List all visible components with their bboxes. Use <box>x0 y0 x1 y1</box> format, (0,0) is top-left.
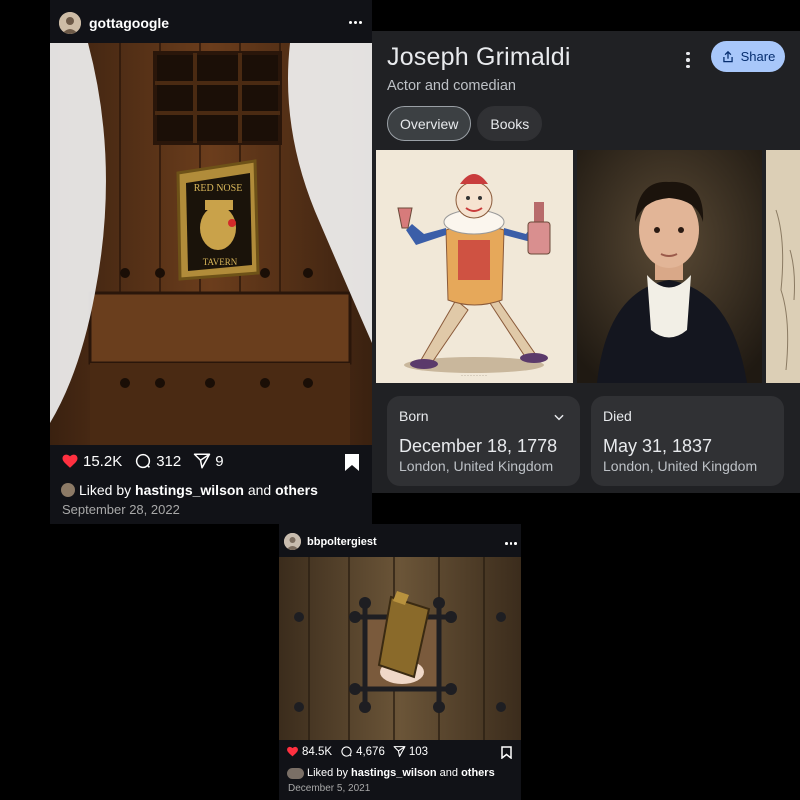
comment-count: 4,676 <box>356 745 385 758</box>
like-button[interactable]: 15.2K <box>61 452 122 470</box>
tab-overview[interactable]: Overview <box>387 106 472 141</box>
facts-cards: Born December 18, 1778 London, United Ki… <box>387 396 784 486</box>
tab-books[interactable]: Books <box>477 106 543 141</box>
sketch-image[interactable] <box>766 150 800 383</box>
post-date: December 5, 2021 <box>288 783 371 794</box>
bookmark-icon[interactable] <box>501 746 512 759</box>
liked-by-and: and <box>436 767 462 779</box>
svg-text:. . . . . . . . .: . . . . . . . . . <box>461 372 487 378</box>
died-place: London, United Kingdom <box>603 458 758 474</box>
like-button[interactable]: 84.5K <box>286 745 332 758</box>
clown-illustration-image[interactable]: . . . . . . . . . <box>376 150 573 383</box>
share-button[interactable]: Share <box>711 41 785 72</box>
send-icon <box>193 453 211 469</box>
avatar[interactable] <box>284 533 301 550</box>
share-label: Share <box>740 49 776 64</box>
comment-icon <box>341 746 352 757</box>
svg-text:TAVERN: TAVERN <box>203 257 238 267</box>
instagram-post: bbpoltergiest 84.5K 4,676 103 Liked by h… <box>279 524 521 800</box>
liked-by-prefix: Liked by <box>307 767 352 779</box>
heart-icon <box>62 454 78 468</box>
post-actions: 15.2K 312 9 <box>61 452 224 470</box>
username[interactable]: gottagoogle <box>89 15 169 31</box>
instagram-post: gottagoogle RED NOSE TAVERN 15.2K 312 9 … <box>50 0 372 524</box>
chevron-down-icon[interactable] <box>552 410 566 424</box>
died-card[interactable]: Died May 31, 1837 London, United Kingdom <box>591 396 784 486</box>
portrait-image[interactable] <box>577 150 762 383</box>
post-photo[interactable]: RED NOSE TAVERN <box>50 43 372 445</box>
share-icon <box>722 50 733 62</box>
svg-text:RED NOSE: RED NOSE <box>194 183 243 194</box>
share-post-button[interactable]: 103 <box>393 745 428 758</box>
liked-by-prefix: Liked by <box>79 482 136 498</box>
more-vert-icon[interactable] <box>680 49 696 71</box>
image-carousel[interactable]: . . . . . . . . . <box>372 150 800 383</box>
post-actions: 84.5K 4,676 103 <box>286 745 428 758</box>
comment-count: 312 <box>156 452 182 470</box>
more-options-icon[interactable] <box>349 21 362 24</box>
share-count: 103 <box>408 745 429 758</box>
avatar[interactable] <box>59 12 81 34</box>
born-date: December 18, 1778 <box>399 436 558 456</box>
born-label: Born <box>399 408 429 424</box>
panel-title: Joseph Grimaldi <box>387 43 571 71</box>
comment-icon <box>136 453 151 469</box>
liked-by-row: Liked by hastings_wilson and others <box>61 482 318 498</box>
born-card[interactable]: Born December 18, 1778 London, United Ki… <box>387 396 580 486</box>
knowledge-panel: Joseph Grimaldi Actor and comedian Share… <box>372 31 800 493</box>
comment-button[interactable]: 4,676 <box>340 745 385 758</box>
died-label: Died <box>603 408 632 424</box>
share-count: 9 <box>215 452 224 470</box>
post-date: September 28, 2022 <box>62 502 180 517</box>
username[interactable]: bbpoltergiest <box>307 536 377 548</box>
liked-by-user[interactable]: hastings_wilson <box>351 767 437 779</box>
panel-subtitle: Actor and comedian <box>387 78 516 94</box>
like-count: 15.2K <box>83 452 123 470</box>
post-header: gottagoogle <box>59 12 169 34</box>
comment-button[interactable]: 312 <box>134 452 181 470</box>
liked-by-user[interactable]: hastings_wilson <box>135 482 244 498</box>
like-count: 84.5K <box>302 745 333 758</box>
born-place: London, United Kingdom <box>399 458 554 474</box>
post-header: bbpoltergiest <box>284 533 377 550</box>
liked-by-and: and <box>243 482 276 498</box>
liked-by-others[interactable]: others <box>275 482 318 498</box>
more-options-icon[interactable] <box>505 542 517 545</box>
liked-by-row: Liked by hastings_wilson and others <box>287 767 495 779</box>
liked-by-others[interactable]: others <box>461 767 495 779</box>
share-post-button[interactable]: 9 <box>193 452 224 470</box>
liker-avatars <box>287 767 304 779</box>
heart-icon <box>287 746 298 757</box>
bookmark-icon[interactable] <box>344 453 360 472</box>
post-photo[interactable] <box>279 557 521 740</box>
send-icon <box>393 746 406 757</box>
liker-avatar <box>61 483 75 497</box>
panel-tabs: Overview Books <box>387 106 543 141</box>
died-date: May 31, 1837 <box>603 436 713 456</box>
